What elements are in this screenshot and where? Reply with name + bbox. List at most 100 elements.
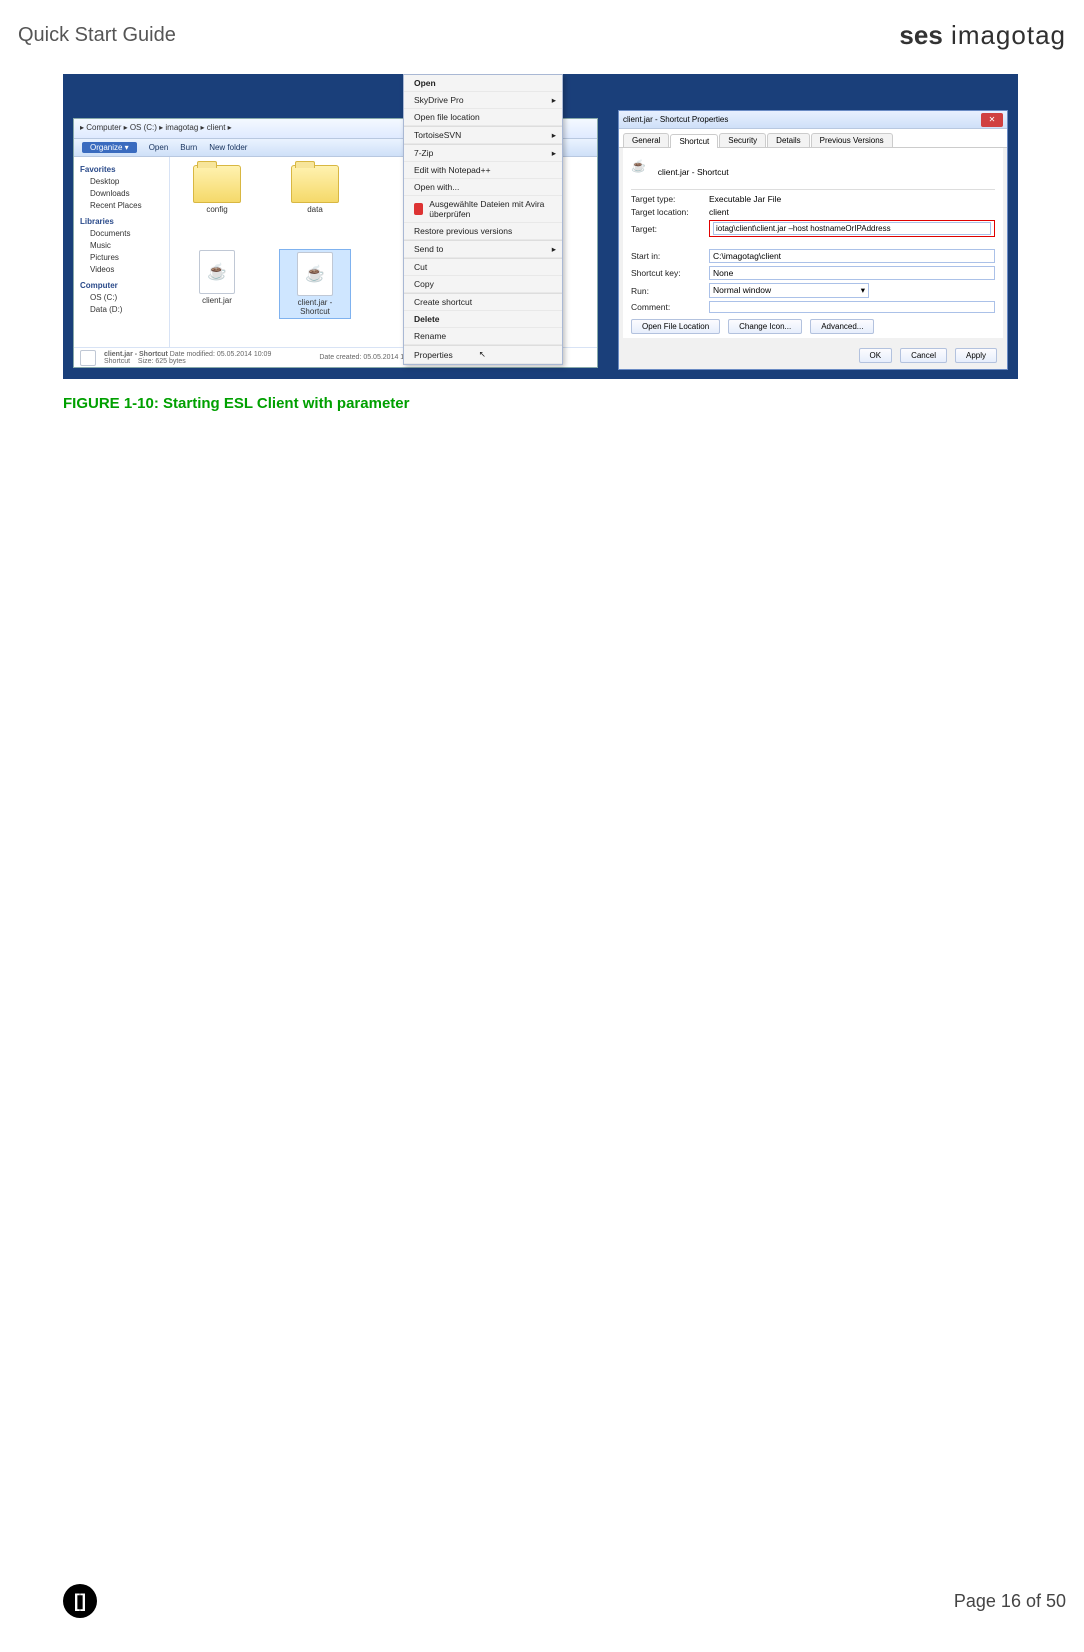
page-header: Quick Start Guide ses imagotag	[18, 20, 1066, 51]
target-location-label: Target location:	[631, 207, 709, 217]
guide-title: Quick Start Guide	[18, 24, 176, 47]
tab-security[interactable]: Security	[719, 133, 766, 147]
status-modlabel: Date modified:	[170, 351, 215, 358]
ctx-avira[interactable]: Ausgewählte Dateien mit Avira überprüfen	[404, 196, 562, 223]
close-button[interactable]: ✕	[981, 113, 1003, 127]
shortcut-name: client.jar - Shortcut	[658, 167, 729, 177]
nav-os-c[interactable]: OS (C:)	[80, 293, 163, 302]
nav-computer[interactable]: Computer	[80, 281, 163, 290]
explorer-nav: Favorites Desktop Downloads Recent Place…	[74, 157, 170, 347]
status-createdlabel: Date created:	[319, 354, 361, 361]
advanced-button[interactable]: Advanced...	[810, 319, 874, 334]
context-menu: Open SkyDrive Pro ▸ Open file location To…	[403, 74, 563, 365]
target-location-value: client	[709, 207, 995, 217]
shortcut-icon: ☕	[631, 159, 653, 185]
ctx-delete[interactable]: Delete	[404, 311, 562, 328]
ctx-rename[interactable]: Rename	[404, 328, 562, 345]
folder-icon	[193, 165, 241, 203]
ctx-label: Send to	[414, 244, 443, 254]
nav-music[interactable]: Music	[80, 241, 163, 250]
toolbar-open[interactable]: Open	[149, 143, 169, 152]
nav-favorites[interactable]: Favorites	[80, 165, 163, 174]
status-mod: 05.05.2014 10:09	[217, 351, 272, 358]
dialog-titlebar[interactable]: client.jar - Shortcut Properties ✕	[619, 111, 1007, 129]
target-type-value: Executable Jar File	[709, 194, 995, 204]
dialog-panel: ☕ client.jar - Shortcut Target type:Exec…	[623, 148, 1003, 338]
nav-downloads[interactable]: Downloads	[80, 189, 163, 198]
file-label: data	[307, 205, 323, 214]
page-number: Page 16 of 50	[954, 1591, 1066, 1612]
organize-button[interactable]: Organize ▾	[82, 142, 137, 153]
ctx-label: SkyDrive Pro	[414, 95, 464, 105]
tab-previous-versions[interactable]: Previous Versions	[811, 133, 893, 147]
ctx-tortoisesvn[interactable]: TortoiseSVN ▸	[404, 127, 562, 144]
target-type-label: Target type:	[631, 194, 709, 204]
jar-icon: ☕	[199, 250, 235, 294]
ctx-copy[interactable]: Copy	[404, 276, 562, 293]
nav-libraries[interactable]: Libraries	[80, 217, 163, 226]
target-field-highlight	[709, 220, 995, 237]
shortcut-icon: ☕	[297, 252, 333, 296]
run-select[interactable]: Normal window ▾	[709, 283, 869, 298]
startin-value[interactable]: C:\imagotag\client	[709, 249, 995, 263]
file-label: client.jar -	[298, 298, 333, 307]
file-clientjar-shortcut[interactable]: ☕ client.jar -Shortcut	[280, 250, 350, 318]
dialog-tabs: General Shortcut Security Details Previo…	[619, 129, 1007, 148]
figure-caption: FIGURE 1-10: Starting ESL Client with pa…	[63, 395, 409, 412]
file-label: config	[206, 205, 227, 214]
ctx-open[interactable]: Open	[404, 75, 562, 92]
page-footer: [] Page 16 of 50	[63, 1584, 1066, 1618]
file-clientjar[interactable]: ☕client.jar	[182, 250, 252, 318]
ctx-7zip[interactable]: 7-Zip▸	[404, 145, 562, 162]
breadcrumb[interactable]: ▸ Computer ▸ OS (C:) ▸ imagotag ▸ client…	[80, 123, 232, 132]
nav-documents[interactable]: Documents	[80, 229, 163, 238]
ctx-skydrive[interactable]: SkyDrive Pro ▸	[404, 92, 562, 109]
avira-icon	[414, 203, 423, 215]
file-data[interactable]: data	[280, 165, 350, 214]
ctx-label: Properties	[414, 350, 453, 360]
ctx-label: 7-Zip	[414, 148, 433, 158]
comment-input[interactable]	[709, 301, 995, 313]
figure-screenshot: ▸ Computer ▸ OS (C:) ▸ imagotag ▸ client…	[63, 74, 1018, 379]
file-label: Shortcut	[300, 307, 330, 316]
submenu-arrow-icon: ▸	[552, 130, 556, 141]
nav-pictures[interactable]: Pictures	[80, 253, 163, 262]
ctx-restore[interactable]: Restore previous versions	[404, 223, 562, 240]
ok-button[interactable]: OK	[859, 348, 893, 363]
open-file-location-button[interactable]: Open File Location	[631, 319, 720, 334]
change-icon-button[interactable]: Change Icon...	[728, 319, 802, 334]
status-type: Shortcut	[104, 358, 130, 365]
toolbar-burn[interactable]: Burn	[180, 143, 197, 152]
shortcutkey-value[interactable]: None	[709, 266, 995, 280]
toolbar-newfolder[interactable]: New folder	[209, 143, 247, 152]
ctx-cut[interactable]: Cut	[404, 259, 562, 276]
ctx-properties[interactable]: Properties ↖	[404, 346, 562, 364]
logo-bold: ses	[899, 20, 942, 50]
submenu-arrow-icon: ▸	[552, 95, 556, 106]
tab-shortcut[interactable]: Shortcut	[670, 134, 718, 148]
ctx-sendto[interactable]: Send to▸	[404, 241, 562, 258]
file-config[interactable]: config	[182, 165, 252, 214]
run-value: Normal window	[713, 285, 771, 296]
nav-recent[interactable]: Recent Places	[80, 201, 163, 210]
properties-dialog: client.jar - Shortcut Properties ✕ Gener…	[618, 110, 1008, 370]
ctx-open-location[interactable]: Open file location	[404, 109, 562, 126]
dialog-title: client.jar - Shortcut Properties	[623, 115, 728, 124]
chevron-down-icon: ▾	[861, 285, 865, 296]
ctx-create-shortcut[interactable]: Create shortcut	[404, 294, 562, 311]
ctx-openwith[interactable]: Open with...	[404, 179, 562, 196]
ctx-notepadpp[interactable]: Edit with Notepad++	[404, 162, 562, 179]
tab-general[interactable]: General	[623, 133, 669, 147]
brand-logo: ses imagotag	[899, 20, 1066, 51]
ctx-label: TortoiseSVN	[414, 130, 461, 140]
ctx-label: Ausgewählte Dateien mit Avira überprüfen	[429, 199, 552, 219]
target-label: Target:	[631, 224, 709, 234]
cancel-button[interactable]: Cancel	[900, 348, 947, 363]
apply-button[interactable]: Apply	[955, 348, 997, 363]
tab-details[interactable]: Details	[767, 133, 809, 147]
nav-data-d[interactable]: Data (D:)	[80, 305, 163, 314]
target-input[interactable]	[713, 222, 991, 235]
nav-videos[interactable]: Videos	[80, 265, 163, 274]
logo-light: imagotag	[943, 20, 1066, 50]
nav-desktop[interactable]: Desktop	[80, 177, 163, 186]
